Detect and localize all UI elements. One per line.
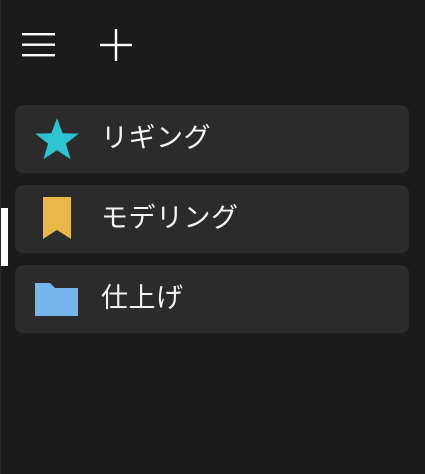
- bookmark-icon: [43, 197, 71, 239]
- selection-indicator: [1, 208, 8, 266]
- nav-list: リギング モデリング 仕上げ: [15, 105, 409, 345]
- nav-item-rigging[interactable]: リギング: [15, 105, 409, 173]
- star-icon: [35, 118, 79, 160]
- hamburger-icon[interactable]: [19, 25, 59, 65]
- nav-item-label: 仕上げ: [101, 283, 184, 314]
- nav-item-label: モデリング: [101, 203, 239, 234]
- folder-icon: [35, 283, 78, 316]
- nav-item-finishing[interactable]: 仕上げ: [15, 265, 409, 333]
- plus-icon[interactable]: [96, 25, 136, 65]
- toolbar: [0, 0, 425, 90]
- nav-item-label: リギング: [101, 123, 211, 154]
- nav-item-modeling[interactable]: モデリング: [15, 185, 409, 253]
